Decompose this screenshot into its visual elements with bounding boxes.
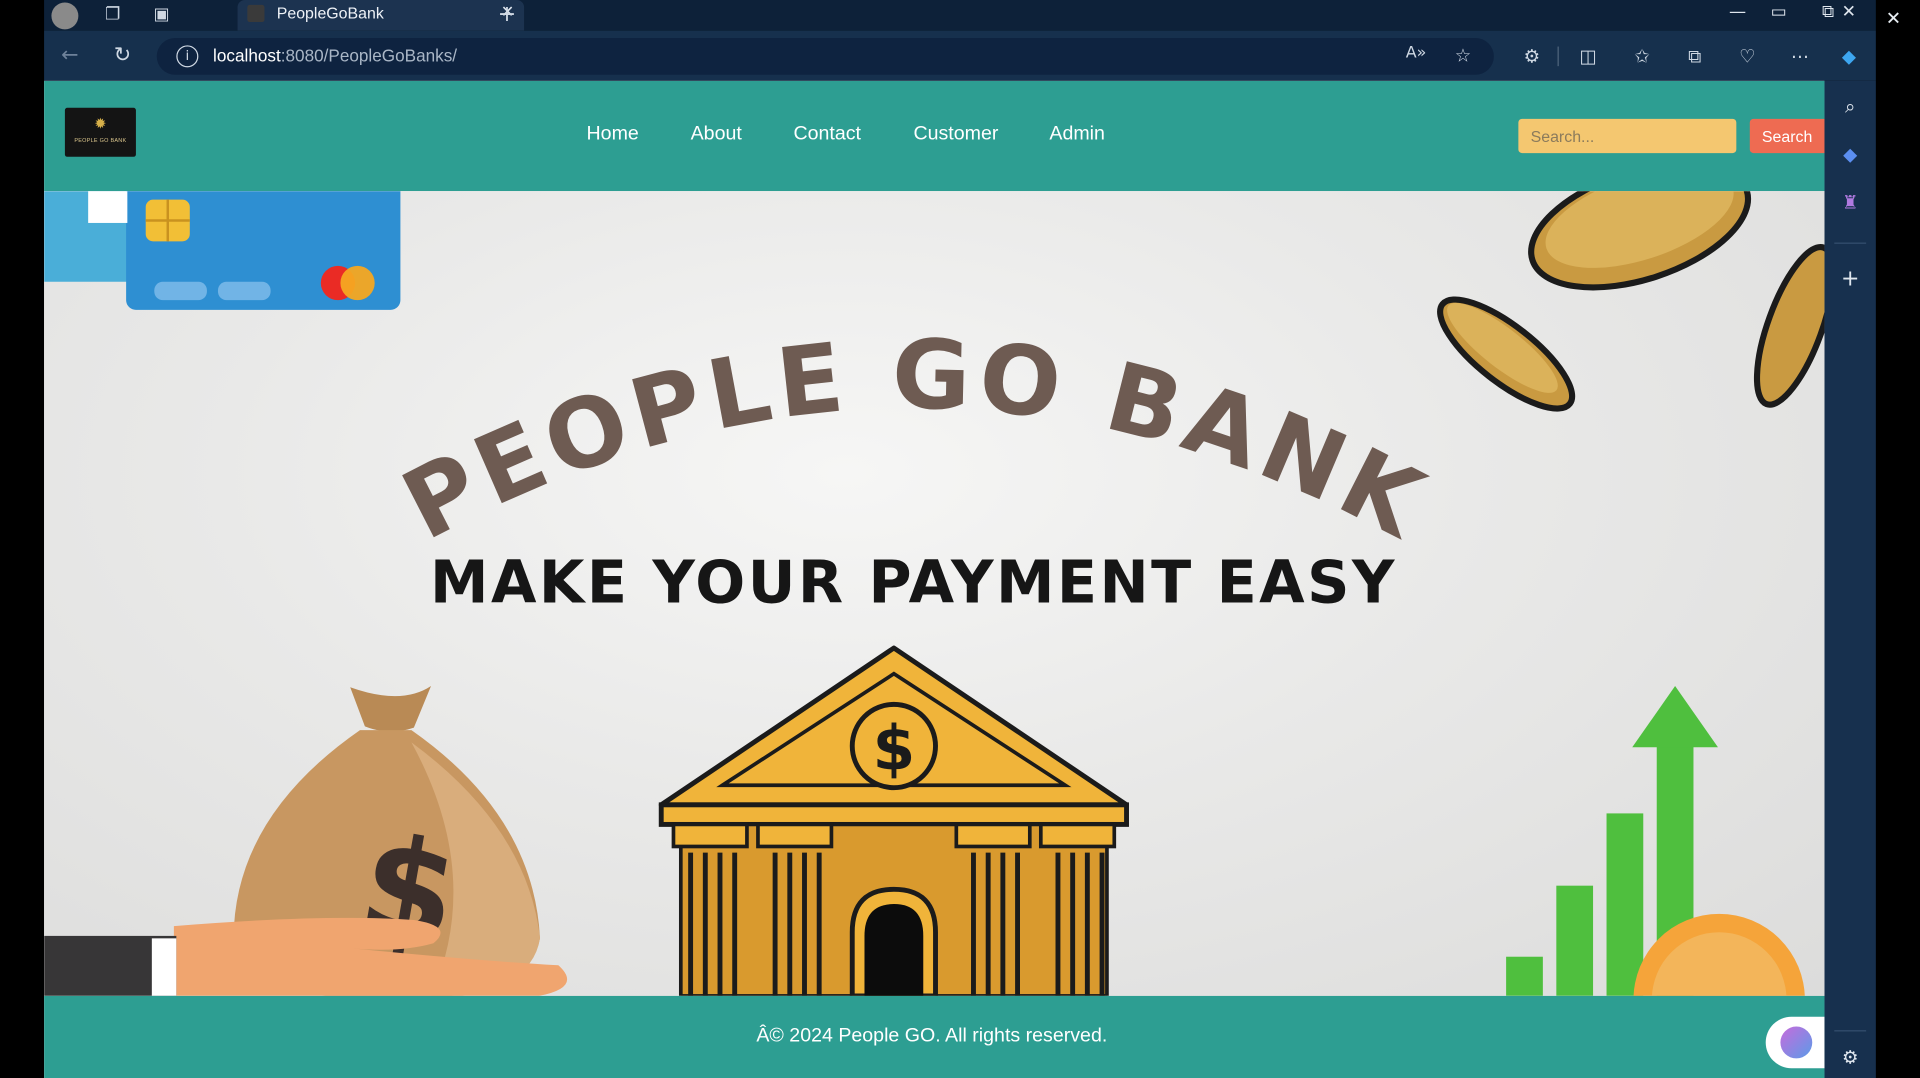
tools-icon[interactable]: ♜ xyxy=(1837,189,1864,216)
credit-card-image xyxy=(44,191,401,310)
web-page: ✹ PEOPLE GO BANK Home About Contact Cust… xyxy=(44,80,1825,1078)
site-header: ✹ PEOPLE GO BANK Home About Contact Cust… xyxy=(44,80,1825,192)
logo-star-icon: ✹ xyxy=(94,115,107,133)
toolbar-divider xyxy=(1557,46,1559,67)
nav-home[interactable]: Home xyxy=(587,124,639,146)
search-input[interactable] xyxy=(1518,118,1737,154)
browser-sidebar: ⌕ ◆ ♜ + ⚙ xyxy=(1824,80,1876,1078)
footer-copyright: Â© 2024 People GO. All rights reserved. xyxy=(756,1025,1108,1047)
growth-chart-image xyxy=(1506,686,1805,996)
nav-about[interactable]: About xyxy=(691,124,742,146)
read-aloud-icon[interactable]: A» xyxy=(1406,44,1427,62)
tab-peoplegobank[interactable]: PeopleGoBank ✕ xyxy=(237,0,525,31)
hero-title: PEOPLE GO BANK xyxy=(385,318,1444,562)
nav-customer[interactable]: Customer xyxy=(913,124,998,146)
assistant-bubble[interactable] xyxy=(1765,1016,1825,1069)
logo-text: PEOPLE GO BANK xyxy=(74,137,127,144)
minimize-icon[interactable]: — xyxy=(1729,2,1746,22)
sidebar-settings-icon[interactable]: ⚙ xyxy=(1837,1044,1864,1071)
new-tab-icon[interactable]: + xyxy=(495,2,519,27)
back-icon[interactable]: ← xyxy=(56,42,83,69)
extensions-icon[interactable]: ⚙ xyxy=(1518,43,1545,70)
copilot-icon[interactable]: ◆ xyxy=(1836,43,1863,70)
browser-tab-bar: ❐ ▣ PeopleGoBank ✕ + — ▭ ⧉ ✕ xyxy=(44,0,1876,31)
more-menu-icon[interactable]: ⋯ xyxy=(1787,43,1814,70)
close-icon[interactable]: ✕ xyxy=(1886,7,1901,29)
workspaces-icon[interactable]: ❐ xyxy=(100,2,124,27)
site-favicon-icon xyxy=(247,4,265,23)
close-window-icon[interactable]: ✕ xyxy=(1842,2,1856,22)
nav-contact[interactable]: Contact xyxy=(793,124,861,146)
restore-icon[interactable]: ▭ xyxy=(1771,2,1787,22)
shopping-tag-icon[interactable]: ◆ xyxy=(1837,141,1864,168)
bank-building-image: $ xyxy=(658,645,1129,996)
sidebar-divider-bottom xyxy=(1834,1030,1867,1032)
favorite-star-icon[interactable]: ☆ xyxy=(1455,44,1471,66)
url-text[interactable]: localhost:8080/PeopleGoBanks/ xyxy=(213,45,457,65)
site-footer: Â© 2024 People GO. All rights reserved. xyxy=(44,995,1825,1078)
search-icon[interactable]: ⌕ xyxy=(1837,93,1864,120)
restore-window-icon[interactable]: ⧉ xyxy=(1822,2,1834,22)
collections-icon[interactable]: ⧉ xyxy=(1681,43,1708,70)
refresh-icon[interactable]: ↻ xyxy=(109,42,136,69)
svg-text:$: $ xyxy=(873,713,916,784)
tab-title: PeopleGoBank xyxy=(276,3,384,23)
site-logo[interactable]: ✹ PEOPLE GO BANK xyxy=(64,107,136,157)
browser-toolbar: ← ↻ i localhost:8080/PeopleGoBanks/ A» ☆… xyxy=(44,30,1876,81)
window-edge xyxy=(1875,0,1920,1078)
browser-essentials-icon[interactable]: ♡ xyxy=(1734,43,1761,70)
favorites-icon[interactable]: ✩ xyxy=(1629,43,1656,70)
address-bar[interactable]: i localhost:8080/PeopleGoBanks/ A» ☆ xyxy=(156,37,1494,75)
site-info-icon[interactable]: i xyxy=(176,45,199,68)
sidebar-divider xyxy=(1834,242,1867,244)
profile-avatar[interactable] xyxy=(51,2,79,30)
brain-icon xyxy=(1780,1026,1813,1059)
split-screen-icon[interactable]: ◫ xyxy=(1575,43,1602,70)
vertical-tabs-icon[interactable]: ▣ xyxy=(149,2,173,27)
add-sidebar-app-icon[interactable]: + xyxy=(1837,266,1864,293)
coin-stack-image xyxy=(1437,191,1825,412)
money-bag-image: $ xyxy=(44,686,568,996)
nav-admin[interactable]: Admin xyxy=(1049,124,1105,146)
search-button[interactable]: Search xyxy=(1749,118,1825,154)
hero-tagline: MAKE YOUR PAYMENT EASY xyxy=(430,548,1397,618)
hero-banner: PEOPLE GO BANK $ $ MAKE YOUR PAYMENT EAS… xyxy=(44,191,1825,996)
